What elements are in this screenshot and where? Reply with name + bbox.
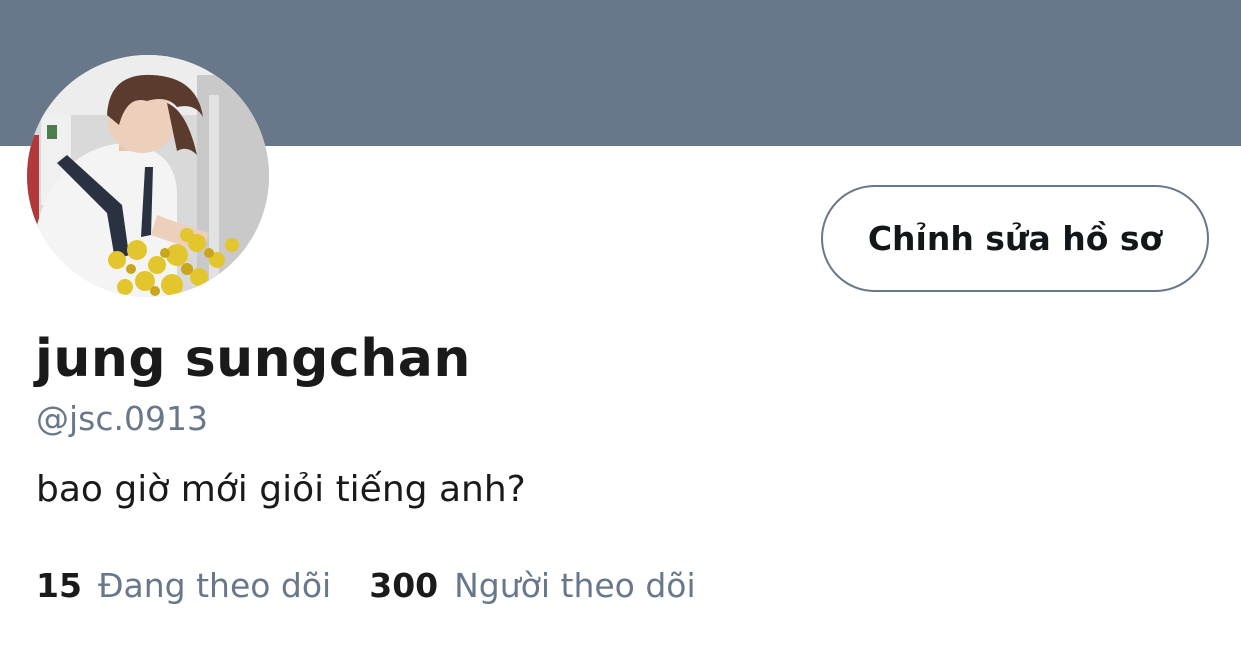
- user-handle: @jsc.0913: [36, 399, 208, 438]
- following-label: Đang theo dõi: [97, 566, 332, 605]
- avatar[interactable]: [27, 55, 269, 297]
- following-count: 15: [36, 566, 82, 605]
- followers-count: 300: [369, 566, 439, 605]
- follow-stats: 15 Đang theo dõi 300 Người theo dõi: [36, 565, 696, 607]
- avatar-photo: [27, 55, 269, 297]
- followers-link[interactable]: 300 Người theo dõi: [369, 565, 695, 607]
- edit-profile-button[interactable]: Chỉnh sửa hồ sơ: [821, 185, 1209, 292]
- profile-header: Chỉnh sửa hồ sơ jung sungchan @jsc.0913 …: [0, 0, 1241, 650]
- profile-bio: bao giờ mới giỏi tiếng anh?: [36, 469, 526, 510]
- following-link[interactable]: 15 Đang theo dõi: [36, 565, 331, 607]
- followers-label: Người theo dõi: [454, 566, 696, 605]
- display-name: jung sungchan: [35, 329, 471, 389]
